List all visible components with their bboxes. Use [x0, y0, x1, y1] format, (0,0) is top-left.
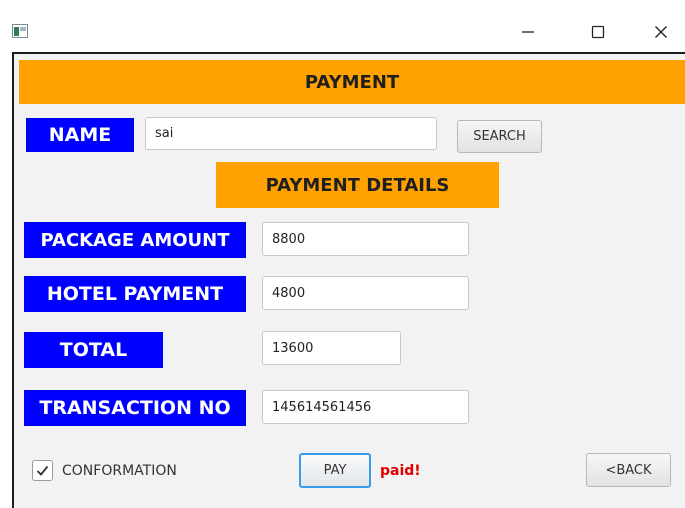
minimize-button[interactable]	[505, 14, 551, 50]
total-label: TOTAL	[24, 332, 163, 368]
checkmark-icon	[36, 465, 49, 476]
maximize-button[interactable]	[575, 14, 621, 50]
payment-status: paid!	[380, 462, 421, 479]
app-icon	[12, 24, 28, 38]
title-bar	[0, 0, 685, 52]
pay-button[interactable]: PAY	[299, 453, 371, 488]
total-input[interactable]	[262, 331, 401, 365]
confirmation-label: CONFORMATION	[62, 462, 177, 479]
transaction-no-input[interactable]	[262, 390, 469, 424]
name-label: NAME	[26, 118, 134, 152]
back-button[interactable]: <BACK	[586, 453, 671, 487]
minimize-icon	[522, 31, 534, 33]
package-amount-label: PACKAGE AMOUNT	[24, 222, 246, 258]
page-title: PAYMENT	[19, 60, 685, 104]
payment-window: PAYMENT NAME SEARCH PAYMENT DETAILS PACK…	[12, 52, 685, 508]
hotel-payment-label: HOTEL PAYMENT	[24, 276, 246, 312]
close-button[interactable]	[638, 14, 684, 50]
payment-details-title: PAYMENT DETAILS	[216, 162, 499, 208]
name-input[interactable]	[145, 117, 437, 150]
hotel-payment-input[interactable]	[262, 276, 469, 310]
package-amount-input[interactable]	[262, 222, 469, 256]
search-button[interactable]: SEARCH	[457, 120, 542, 153]
transaction-no-label: TRANSACTION NO	[24, 390, 246, 426]
maximize-icon	[591, 25, 605, 39]
confirmation-checkbox[interactable]	[32, 460, 53, 481]
close-icon	[655, 26, 667, 38]
